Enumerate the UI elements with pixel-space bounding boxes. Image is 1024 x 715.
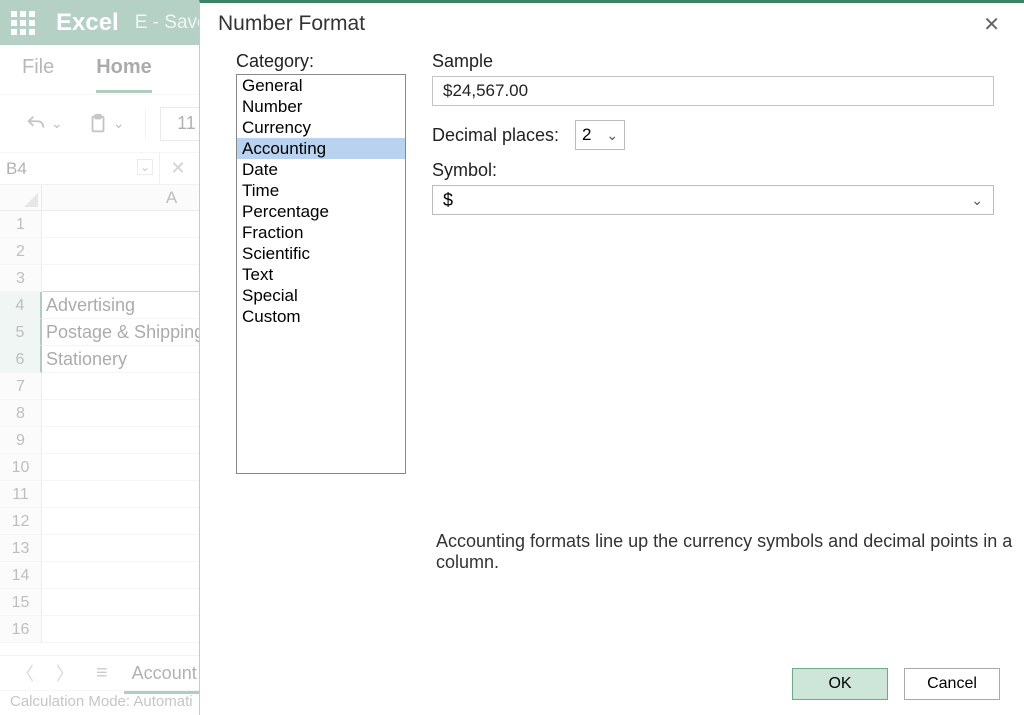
paste-button[interactable]: ⌄ xyxy=(80,107,132,141)
category-item[interactable]: Special xyxy=(237,285,405,306)
row-header[interactable]: 1 xyxy=(0,211,42,238)
row-header[interactable]: 12 xyxy=(0,508,42,535)
symbol-label: Symbol: xyxy=(432,160,994,181)
category-label: Category: xyxy=(236,51,406,72)
tab-home[interactable]: Home xyxy=(96,56,152,83)
row-header[interactable]: 8 xyxy=(0,400,42,427)
category-list[interactable]: GeneralNumberCurrencyAccountingDateTimeP… xyxy=(236,74,406,474)
row-header[interactable]: 9 xyxy=(0,427,42,454)
row-header[interactable]: 16 xyxy=(0,616,42,643)
category-item[interactable]: Text xyxy=(237,264,405,285)
ok-button[interactable]: OK xyxy=(792,668,888,700)
doc-name: E - Save xyxy=(135,12,208,34)
app-name: Excel xyxy=(56,9,119,37)
row-header[interactable]: 5 xyxy=(0,319,42,346)
category-item[interactable]: Custom xyxy=(237,306,405,327)
chevron-down-icon: ⌄ xyxy=(113,115,125,132)
symbol-value: $ xyxy=(443,190,453,211)
chevron-down-icon: ⌄ xyxy=(606,127,618,144)
row-header[interactable]: 3 xyxy=(0,265,42,292)
category-item[interactable]: Number xyxy=(237,96,405,117)
category-item[interactable]: Accounting xyxy=(237,138,405,159)
sample-label: Sample xyxy=(432,51,994,72)
chevron-down-icon: ⌄ xyxy=(51,115,63,132)
sample-value: $24,567.00 xyxy=(432,76,994,106)
category-item[interactable]: Fraction xyxy=(237,222,405,243)
app-launcher-icon[interactable] xyxy=(8,8,38,38)
category-item[interactable]: Scientific xyxy=(237,243,405,264)
tab-file[interactable]: File xyxy=(22,56,54,83)
undo-button[interactable]: ⌄ xyxy=(18,107,70,141)
row-header[interactable]: 7 xyxy=(0,373,42,400)
chevron-down-icon: ⌄ xyxy=(971,192,983,209)
category-description: Accounting formats line up the currency … xyxy=(436,531,1024,573)
row-header[interactable]: 4 xyxy=(0,292,42,319)
row-header[interactable]: 14 xyxy=(0,562,42,589)
category-item[interactable]: General xyxy=(237,75,405,96)
row-header[interactable]: 13 xyxy=(0,535,42,562)
cancel-button[interactable]: Cancel xyxy=(904,668,1000,700)
name-box[interactable]: B4 ⌄ xyxy=(0,153,160,184)
close-icon[interactable]: ✕ xyxy=(977,8,1006,41)
sheet-nav-prev[interactable]: 〈 xyxy=(10,656,40,690)
cancel-icon[interactable]: ✕ xyxy=(160,153,196,184)
decimal-places-label: Decimal places: xyxy=(432,125,559,146)
row-header[interactable]: 6 xyxy=(0,346,42,373)
status-text: Calculation Mode: Automati xyxy=(10,693,193,710)
decimal-places-select[interactable]: 2 ⌄ xyxy=(575,120,625,150)
category-item[interactable]: Time xyxy=(237,180,405,201)
category-item[interactable]: Date xyxy=(237,159,405,180)
chevron-down-icon[interactable]: ⌄ xyxy=(137,159,153,175)
row-header[interactable]: 11 xyxy=(0,481,42,508)
name-box-value: B4 xyxy=(6,159,27,179)
category-item[interactable]: Currency xyxy=(237,117,405,138)
select-all-corner[interactable] xyxy=(0,185,42,211)
category-item[interactable]: Percentage xyxy=(237,201,405,222)
sheet-tab-account[interactable]: Account xyxy=(124,659,205,688)
dialog-title: Number Format xyxy=(218,12,977,36)
decimal-places-value: 2 xyxy=(582,125,591,145)
sheet-nav-next[interactable]: 〉 xyxy=(50,656,80,690)
number-format-dialog: Number Format ✕ Category: GeneralNumberC… xyxy=(199,0,1024,715)
row-header[interactable]: 2 xyxy=(0,238,42,265)
row-header[interactable]: 15 xyxy=(0,589,42,616)
row-header[interactable]: 10 xyxy=(0,454,42,481)
symbol-select[interactable]: $ ⌄ xyxy=(432,185,994,215)
all-sheets-icon[interactable]: ≡ xyxy=(90,662,114,685)
